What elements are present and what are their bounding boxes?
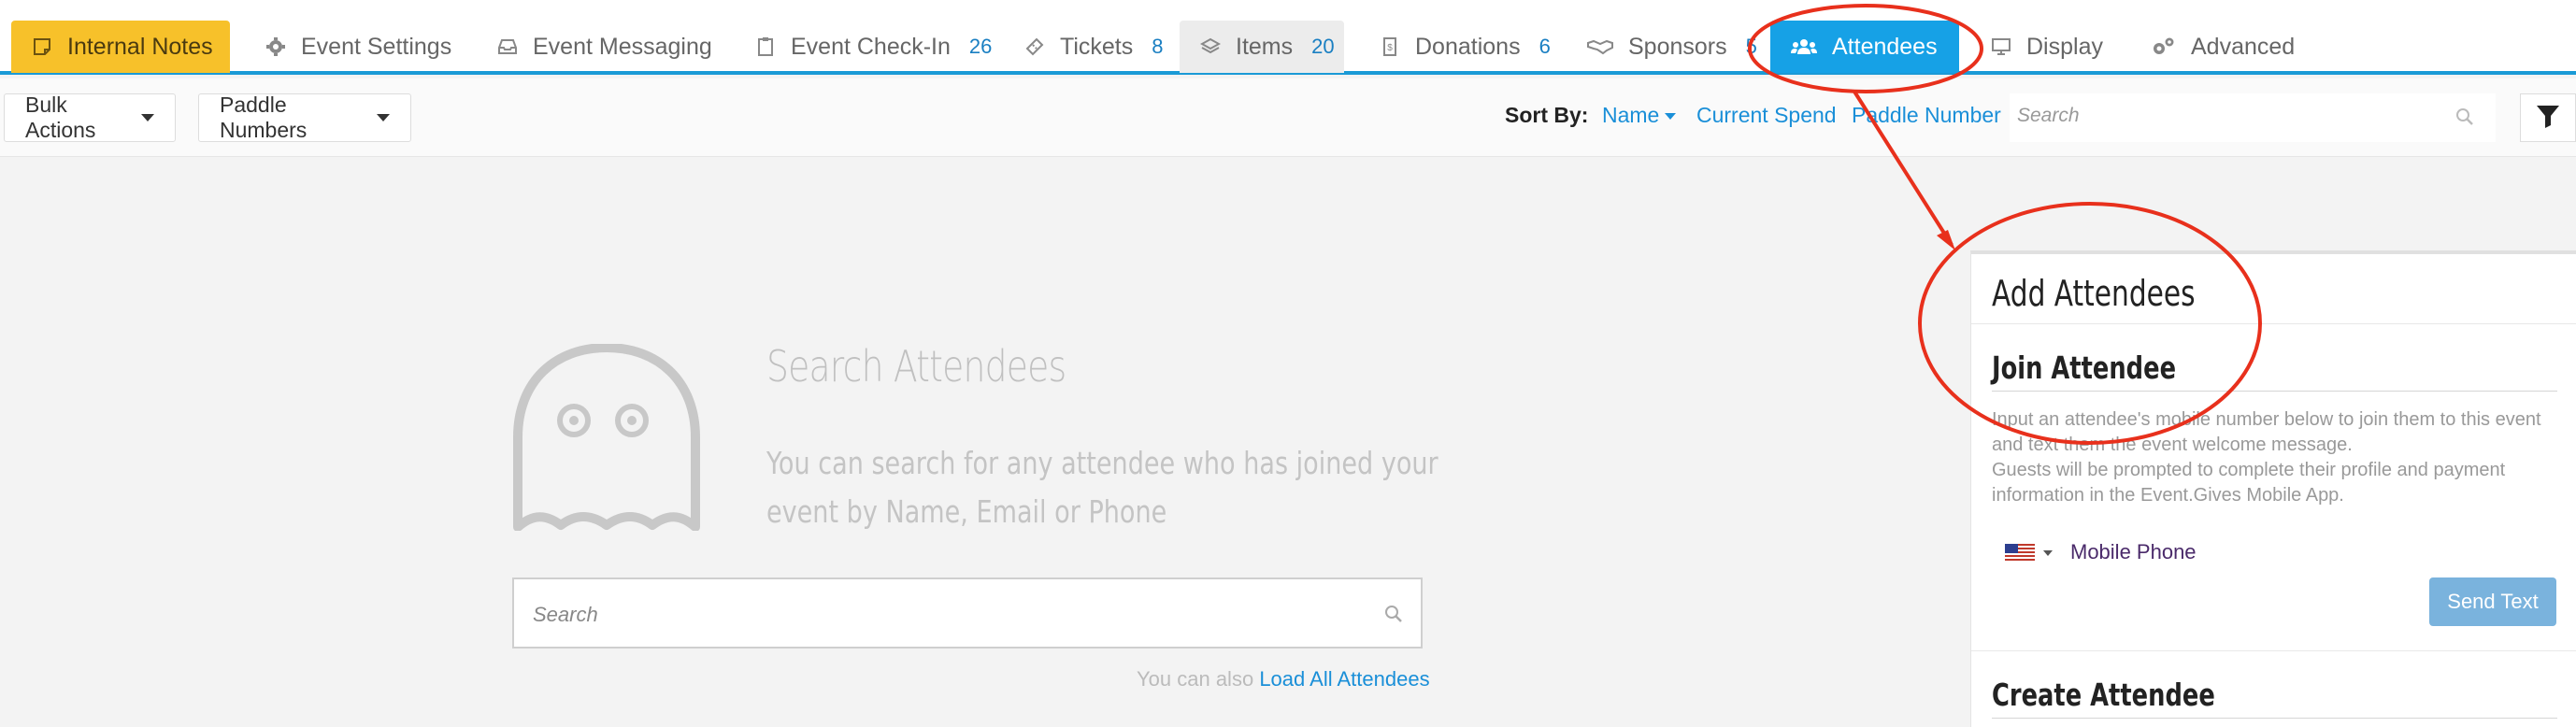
tab-label: Display bbox=[2026, 33, 2103, 60]
tab-label: Attendees bbox=[1832, 33, 1938, 60]
search-placeholder: Search bbox=[533, 603, 598, 626]
tab-display[interactable]: Display bbox=[1970, 21, 2124, 73]
ticket-icon bbox=[1024, 36, 1045, 57]
attendee-search-input[interactable]: Search bbox=[512, 577, 1423, 649]
bulk-actions-label: Bulk Actions bbox=[25, 93, 96, 142]
annotation-arrowhead bbox=[1937, 230, 1955, 250]
ghost-icon bbox=[512, 343, 701, 535]
paddle-numbers-label: Paddle Numbers bbox=[220, 93, 308, 142]
tab-label: Items bbox=[1236, 33, 1294, 60]
load-all-hint: You can also Load All Attendees bbox=[1137, 667, 1430, 691]
note-icon bbox=[32, 36, 52, 57]
mobile-phone-input[interactable]: Mobile Phone bbox=[2070, 540, 2197, 564]
sort-current-spend-link[interactable]: Current Spend bbox=[1696, 103, 1837, 128]
search-placeholder: Search bbox=[2017, 105, 2080, 126]
tab-count: 5 bbox=[1745, 35, 1757, 58]
divider bbox=[1992, 391, 2557, 392]
tab-label: Donations bbox=[1415, 33, 1521, 60]
join-attendee-heading: Join Attendee bbox=[1992, 349, 2177, 386]
create-attendee-heading: Create Attendee bbox=[1992, 677, 2215, 713]
sort-paddle-number-link[interactable]: Paddle Number bbox=[1852, 103, 2001, 128]
tab-count: 8 bbox=[1152, 35, 1164, 58]
tab-label: Tickets bbox=[1060, 33, 1134, 60]
sort-name-label: Name bbox=[1602, 103, 1660, 127]
paddle-numbers-dropdown[interactable]: Paddle Numbers bbox=[198, 93, 411, 142]
tab-event-messaging[interactable]: Event Messaging bbox=[477, 21, 733, 73]
tab-donations[interactable]: $ Donations 6 bbox=[1359, 21, 1571, 73]
join-attendee-description: Input an attendee's mobile number below … bbox=[1992, 407, 2562, 508]
panel-title: Add Attendees bbox=[1992, 273, 2196, 314]
divider bbox=[1971, 323, 2576, 324]
tab-attendees[interactable]: Attendees bbox=[1770, 21, 1959, 73]
layers-icon bbox=[1200, 36, 1221, 57]
divider bbox=[1992, 718, 2557, 719]
tab-tickets[interactable]: Tickets 8 bbox=[1004, 21, 1184, 73]
country-dropdown-caret-icon[interactable] bbox=[2043, 550, 2053, 556]
tab-advanced[interactable]: Advanced bbox=[2131, 21, 2315, 73]
donation-icon: $ bbox=[1380, 36, 1400, 57]
search-icon bbox=[2454, 107, 2475, 132]
filter-icon bbox=[2535, 103, 2561, 134]
empty-state-subtitle: You can search for any attendee who has … bbox=[766, 445, 1438, 530]
join-desc-line-2: Guests will be prompted to complete thei… bbox=[1992, 460, 2506, 506]
inbox-icon bbox=[497, 36, 518, 57]
bulk-actions-dropdown[interactable]: Bulk Actions bbox=[4, 93, 176, 142]
event-tab-bar: Internal Notes Event Settings Event Mess… bbox=[0, 0, 2576, 75]
sort-by-label: Sort By: bbox=[1505, 103, 1589, 127]
tab-count: 6 bbox=[1538, 35, 1551, 58]
svg-text:$: $ bbox=[1387, 43, 1393, 53]
chevron-down-icon bbox=[377, 114, 390, 121]
tab-count: 20 bbox=[1311, 35, 1335, 58]
tab-label: Event Settings bbox=[301, 33, 452, 60]
add-attendees-panel: Add Attendees Join Attendee Input an att… bbox=[1970, 250, 2576, 727]
search-icon bbox=[1383, 604, 1404, 629]
load-all-attendees-link[interactable]: Load All Attendees bbox=[1259, 667, 1429, 691]
tab-label: Internal Notes bbox=[67, 33, 213, 60]
tab-label: Event Check-In bbox=[791, 33, 951, 60]
divider bbox=[1971, 650, 2576, 651]
tab-event-settings[interactable]: Event Settings bbox=[245, 21, 472, 73]
handshake-icon bbox=[1587, 36, 1613, 57]
join-desc-line-1: Input an attendee's mobile number below … bbox=[1992, 409, 2541, 455]
users-icon bbox=[1791, 36, 1817, 57]
tab-count: 26 bbox=[968, 35, 993, 58]
filter-button[interactable] bbox=[2520, 93, 2576, 142]
tab-sponsors[interactable]: Sponsors 5 bbox=[1567, 21, 1778, 73]
tab-event-check-in[interactable]: Event Check-In 26 bbox=[735, 21, 1012, 73]
caret-down-icon bbox=[1665, 113, 1677, 121]
clipboard-icon bbox=[755, 36, 776, 57]
load-all-prefix: You can also bbox=[1137, 667, 1254, 691]
empty-state-title: Search Attendees bbox=[766, 341, 1066, 392]
gear-icon bbox=[265, 36, 286, 57]
us-flag-icon[interactable] bbox=[2005, 544, 2035, 563]
cogs-icon bbox=[2152, 36, 2176, 57]
send-text-button[interactable]: Send Text bbox=[2429, 577, 2556, 626]
tab-label: Advanced bbox=[2191, 33, 2296, 60]
tab-internal-notes[interactable]: Internal Notes bbox=[11, 21, 230, 73]
tab-items[interactable]: Items 20 bbox=[1180, 21, 1344, 73]
tab-label: Event Messaging bbox=[533, 33, 712, 60]
sort-name-link[interactable]: Name bbox=[1602, 103, 1677, 128]
chevron-down-icon bbox=[141, 114, 154, 121]
tab-label: Sponsors bbox=[1628, 33, 1727, 60]
toolbar-search-input[interactable]: Search bbox=[2010, 93, 2496, 142]
monitor-icon bbox=[1991, 36, 2011, 57]
